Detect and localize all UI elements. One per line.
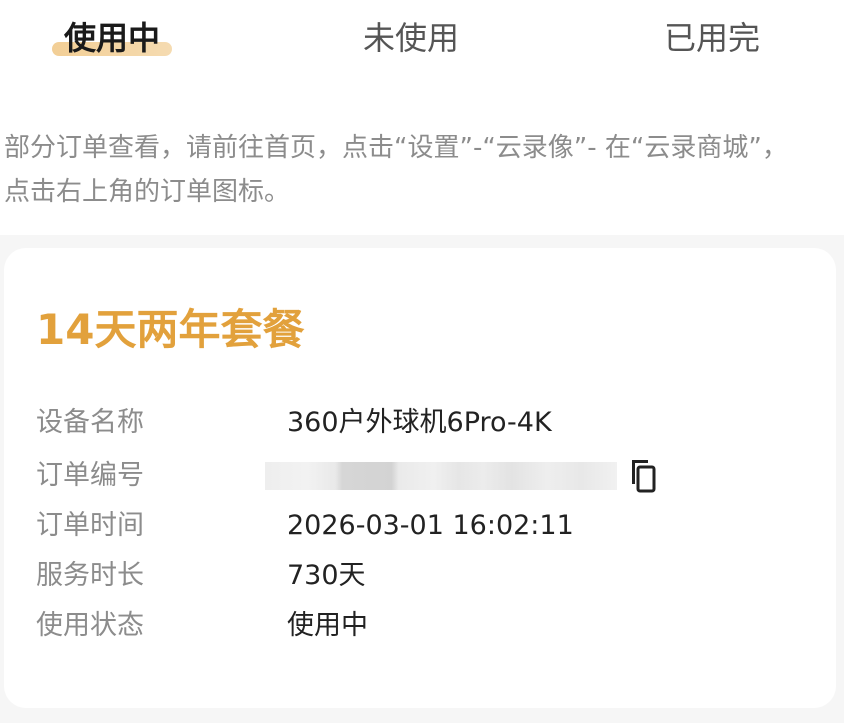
order-card[interactable]: 14天两年套餐 设备名称 360户外球机6Pro-4K 订单编号 订单时间 20… (4, 248, 836, 708)
usage-status-label: 使用状态 (36, 610, 144, 641)
copy-icon[interactable] (626, 458, 658, 494)
copy-icon-graphic (632, 460, 656, 493)
tab-bar: 使用中 未使用 已用完 (0, 0, 844, 90)
service-duration-label: 服务时长 (36, 560, 144, 591)
info-row-order-time: 订单时间 2026-03-01 16:02:11 (36, 506, 816, 546)
info-row-device-name: 设备名称 360户外球机6Pro-4K (36, 403, 816, 443)
order-time-value: 2026-03-01 16:02:11 (287, 510, 574, 541)
info-row-service-duration: 服务时长 730天 (36, 556, 816, 596)
package-title: 14天两年套餐 (36, 305, 305, 354)
usage-status-value: 使用中 (287, 610, 368, 641)
notice-text: 部分订单查看，请前往首页，点击“设置”-“云录像”- 在“云录商城”，点击右上角… (4, 133, 788, 207)
order-time-label: 订单时间 (36, 510, 144, 541)
tab-unused[interactable]: 未使用 (363, 14, 459, 62)
order-number-label: 订单编号 (36, 460, 144, 491)
info-row-usage-status: 使用状态 使用中 (36, 606, 816, 646)
device-name-value: 360户外球机6Pro-4K (287, 407, 552, 438)
order-number-masked (265, 462, 617, 490)
device-name-label: 设备名称 (36, 407, 144, 438)
tab-used-up[interactable]: 已用完 (664, 14, 760, 62)
service-duration-value: 730天 (287, 560, 366, 591)
info-row-order-number: 订单编号 (36, 456, 816, 496)
notice-section: 部分订单查看，请前往首页，点击“设置”-“云录像”- 在“云录商城”，点击右上角… (0, 90, 844, 235)
tab-in-use[interactable]: 使用中 (64, 14, 160, 62)
